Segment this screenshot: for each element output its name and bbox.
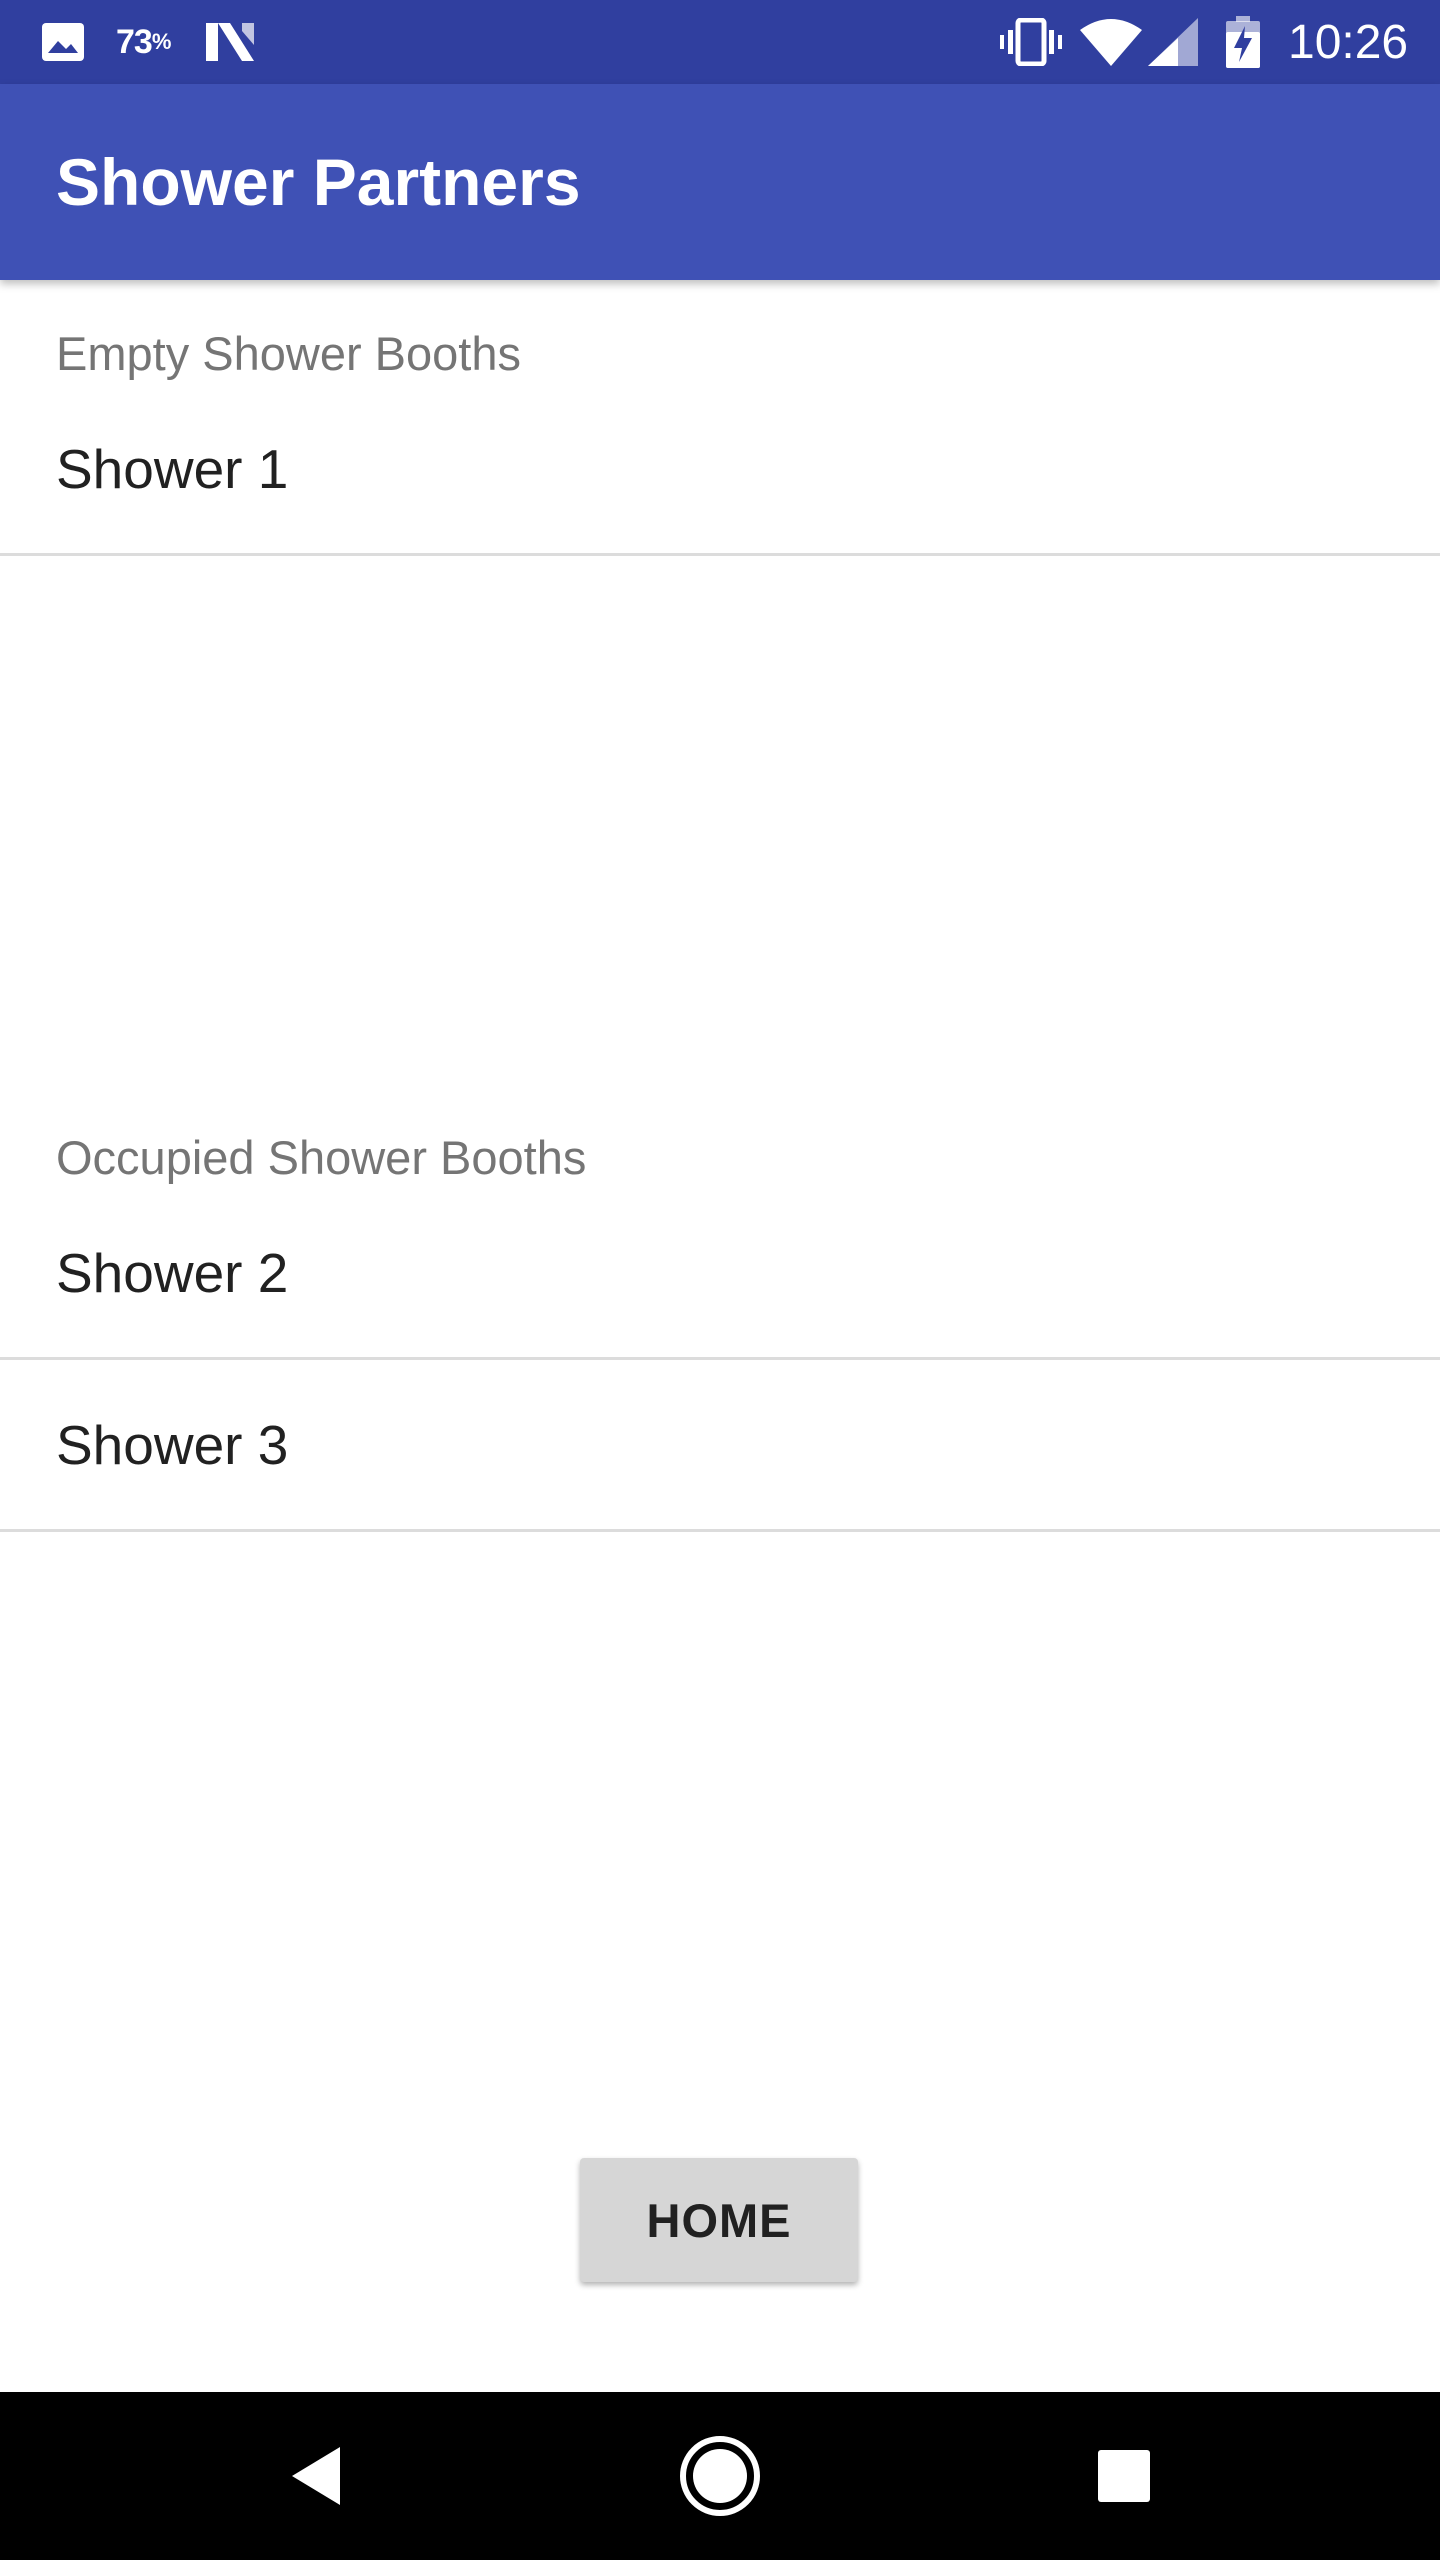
list-item-shower-3[interactable]: Shower 3 (0, 1360, 1440, 1532)
occupied-booths-header: Occupied Shower Booths (56, 1131, 587, 1184)
home-circle-icon[interactable] (636, 2392, 804, 2560)
vibrate-icon (1000, 0, 1062, 84)
home-button[interactable]: HOME (580, 2158, 858, 2282)
list-item-shower-2[interactable]: Shower 2 (0, 1188, 1440, 1360)
back-icon[interactable] (232, 2392, 400, 2560)
status-bar: 73% 10:26 (0, 0, 1440, 84)
app-title: Shower Partners (56, 145, 581, 219)
screen: 73% 10:26 Shower Partners Empty Shower B… (0, 0, 1440, 2560)
n-logo-icon (204, 0, 256, 84)
battery-charging-icon (1226, 0, 1260, 84)
wifi-icon (1080, 0, 1142, 84)
empty-booths-header: Empty Shower Booths (56, 327, 521, 380)
gallery-icon (40, 0, 86, 84)
cell-signal-icon (1148, 0, 1198, 84)
list-item-shower-1[interactable]: Shower 1 (0, 384, 1440, 556)
list-item-label: Shower 1 (56, 437, 289, 500)
list-item-label: Shower 3 (56, 1413, 289, 1476)
list-item-label: Shower 2 (56, 1241, 289, 1304)
navigation-bar (0, 2392, 1440, 2560)
app-bar: Shower Partners (0, 84, 1440, 280)
battery-percent: 73% (116, 22, 171, 61)
recents-icon[interactable] (1040, 2392, 1208, 2560)
status-time: 10:26 (1288, 15, 1409, 69)
